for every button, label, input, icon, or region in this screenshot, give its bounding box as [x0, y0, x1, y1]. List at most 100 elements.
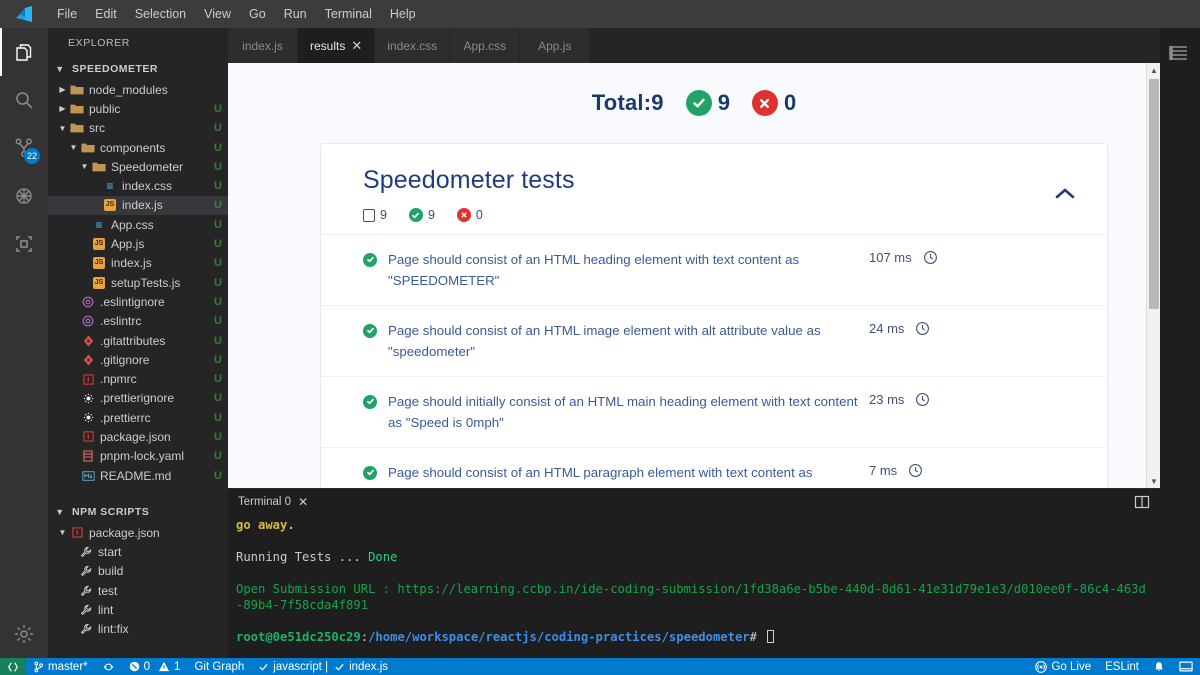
terminal-line: Running Tests ... Done	[236, 549, 1152, 565]
tree-item-src[interactable]: ▼ src U	[48, 119, 228, 138]
menu-view[interactable]: View	[195, 2, 240, 26]
close-icon[interactable]: ✕	[351, 39, 362, 52]
twisty-icon[interactable]: ▼	[78, 162, 91, 171]
npm-script-build[interactable]: build	[48, 562, 228, 581]
terminal-tab[interactable]: Terminal 0 ✕	[238, 495, 308, 509]
git-branch-label: master*	[48, 660, 88, 673]
tree-item-setuptests-js[interactable]: JS setupTests.js U	[48, 273, 228, 292]
npm-file-icon	[80, 430, 96, 444]
activity-search[interactable]	[0, 76, 48, 124]
git-file-icon	[80, 353, 96, 367]
open-panel[interactable]	[1172, 658, 1200, 675]
npm-script-start[interactable]: start	[48, 543, 228, 562]
suite-failed-count: 0	[475, 208, 483, 222]
terminal-text: :	[360, 630, 369, 644]
menu-help[interactable]: Help	[381, 2, 425, 26]
test-row[interactable]: Page should consist of an HTML paragraph…	[321, 447, 1107, 488]
preview-scrollbar[interactable]: ▲ ▼	[1146, 63, 1160, 488]
tree-item-npmrc[interactable]: .npmrc U	[48, 369, 228, 388]
tree-item-eslintignore[interactable]: .eslintignore U	[48, 292, 228, 311]
tab-index-js[interactable]: index.js	[228, 28, 298, 63]
terminal-output[interactable]: go away. Running Tests ... Done Open Submi…	[228, 515, 1160, 645]
menu-edit[interactable]: Edit	[86, 2, 126, 26]
status-bar-right: Go Live ESLint	[1028, 658, 1200, 675]
passed-count: 9	[717, 90, 730, 115]
eslint-javascript[interactable]: javascript | index.js	[251, 658, 395, 675]
yaml-file-icon	[80, 449, 96, 463]
twisty-icon[interactable]: ▼	[56, 124, 69, 133]
tree-item-eslintrc[interactable]: .eslintrc U	[48, 312, 228, 331]
npm-script-lint-fix[interactable]: lint:fix	[48, 620, 228, 639]
split-panel-icon[interactable]	[1134, 495, 1150, 509]
tree-item-gitattributes[interactable]: .gitattributes U	[48, 331, 228, 350]
close-icon[interactable]: ✕	[298, 495, 308, 509]
activity-source-control[interactable]: 22	[0, 124, 48, 172]
npm-script-test[interactable]: test	[48, 581, 228, 600]
npm-package-json[interactable]: ▼ package.json	[48, 523, 228, 542]
gear-icon[interactable]	[0, 610, 48, 658]
menu-terminal[interactable]: Terminal	[316, 2, 381, 26]
tree-item-index-css[interactable]: ≡ index.css U	[48, 176, 228, 195]
check-circle-icon	[685, 90, 712, 116]
twisty-icon[interactable]: ▶	[56, 85, 69, 94]
git-graph[interactable]: Git Graph	[187, 658, 251, 675]
status-bar: master* 0 1 Git Graph javascript | index…	[0, 658, 1200, 675]
total-label: Total:9	[591, 90, 664, 115]
tree-item-prettierignore[interactable]: .prettierignore U	[48, 389, 228, 408]
twisty-icon[interactable]: ▶	[56, 104, 69, 113]
npm-scripts-header[interactable]: ▼ NPM SCRIPTS	[48, 501, 228, 523]
test-row[interactable]: Page should initially consist of an HTML…	[321, 376, 1107, 447]
eslint-file-label: index.js	[349, 660, 389, 673]
menu-selection[interactable]: Selection	[126, 2, 195, 26]
checkbox-icon	[363, 208, 375, 222]
twisty-icon[interactable]: ▼	[67, 143, 80, 152]
chevron-up-icon[interactable]	[1051, 180, 1079, 208]
menu-bar: File Edit Selection View Go Run Terminal…	[0, 0, 1200, 28]
menu-go[interactable]: Go	[240, 2, 275, 26]
tree-item-readme-md[interactable]: README.md U	[48, 466, 228, 485]
tree-item-app-css[interactable]: ≡ App.css U	[48, 215, 228, 234]
activity-extensions[interactable]	[0, 220, 48, 268]
tab-label: index.js	[242, 38, 283, 53]
activity-bar: 22	[0, 28, 48, 658]
tab-app-css[interactable]: App.css	[450, 28, 521, 63]
activity-explorer[interactable]	[0, 28, 48, 76]
sync-changes[interactable]	[95, 658, 122, 675]
scrollbar-thumb[interactable]	[1149, 79, 1159, 309]
scroll-up-arrow[interactable]: ▲	[1147, 63, 1160, 77]
tab-results[interactable]: results ✕	[298, 28, 376, 63]
git-branch[interactable]: master*	[26, 658, 95, 675]
twisty-icon[interactable]: ▼	[56, 528, 69, 537]
explorer-title: EXPLORER	[68, 37, 130, 49]
terminal-text: Running Tests ...	[236, 550, 369, 564]
tree-item-speedometer[interactable]: ▼ Speedometer U	[48, 157, 228, 176]
test-row[interactable]: Page should consist of an HTML heading e…	[321, 234, 1107, 305]
eslint-status[interactable]: ESLint	[1098, 658, 1146, 675]
tree-item-index-js[interactable]: JS index.js U	[48, 254, 228, 273]
remote-indicator[interactable]	[0, 658, 26, 675]
tree-item-pnpm-lock-yaml[interactable]: pnpm-lock.yaml U	[48, 447, 228, 466]
tree-item-node-modules[interactable]: ▶ node_modules	[48, 80, 228, 99]
scroll-down-arrow[interactable]: ▼	[1147, 474, 1160, 488]
tree-item-components[interactable]: ▼ components U	[48, 138, 228, 157]
tree-item-gitignore[interactable]: .gitignore U	[48, 350, 228, 369]
explorer-project-header[interactable]: ▼ SPEEDOMETER	[48, 58, 228, 80]
preview-scroll-area: Total:9 9 0 Speedometer tests 9 9 0 Page…	[228, 63, 1160, 488]
tree-item-prettierrc[interactable]: .prettierrc U	[48, 408, 228, 427]
npm-script-lint[interactable]: lint	[48, 600, 228, 619]
problems-indicator[interactable]: 0 1	[122, 658, 188, 675]
go-live[interactable]: Go Live	[1028, 658, 1098, 675]
menu-file[interactable]: File	[48, 2, 86, 26]
notifications[interactable]	[1146, 658, 1172, 675]
tree-item-public[interactable]: ▶ public U	[48, 99, 228, 118]
activity-run-and-debug[interactable]	[0, 172, 48, 220]
tree-item-app-js[interactable]: JS App.js U	[48, 234, 228, 253]
tree-item-index-js[interactable]: JS index.js U	[48, 195, 228, 216]
outline-list-icon[interactable]	[1168, 42, 1190, 64]
test-suite-counts: 9 9 0	[363, 208, 1079, 222]
tree-item-package-json[interactable]: package.json U	[48, 427, 228, 446]
tab-index-css[interactable]: index.css	[375, 28, 451, 63]
menu-run[interactable]: Run	[275, 2, 316, 26]
tab-app-js[interactable]: App.js	[520, 28, 591, 63]
test-row[interactable]: Page should consist of an HTML image ele…	[321, 305, 1107, 376]
